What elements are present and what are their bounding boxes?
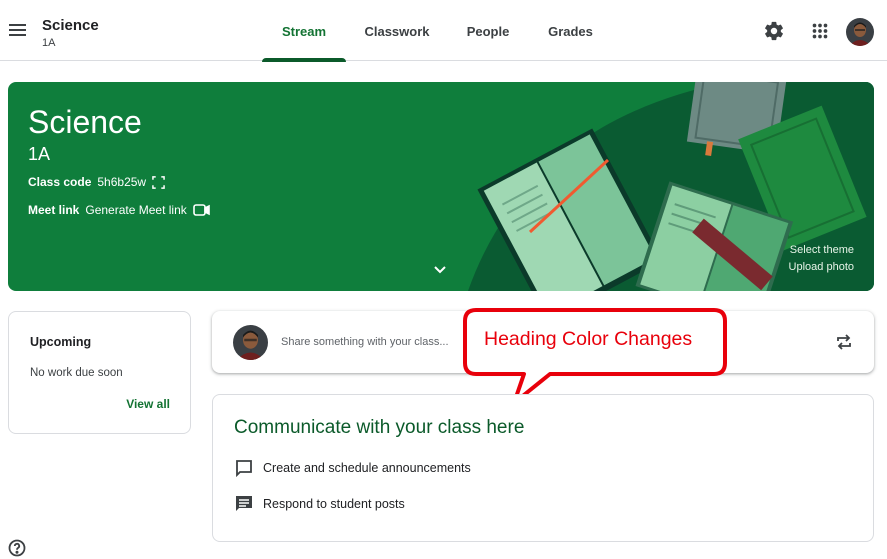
class-code-row: Class code 5h6b25w (28, 175, 165, 189)
meet-link-row: Meet link Generate Meet link (28, 203, 211, 217)
gear-icon[interactable] (763, 20, 785, 42)
generate-meet-link[interactable]: Generate Meet link (85, 203, 186, 217)
view-all-link[interactable]: View all (126, 397, 170, 411)
menu-icon[interactable] (8, 22, 28, 42)
banner-class-title: Science (28, 104, 142, 140)
tab-classwork[interactable]: Classwork (346, 0, 448, 61)
fullscreen-icon[interactable] (152, 175, 165, 189)
upcoming-text: No work due soon (30, 367, 123, 379)
communicate-heading: Communicate with your class here (234, 417, 525, 438)
upcoming-card: Upcoming No work due soon View all (8, 311, 191, 434)
callout-text: Heading Color Changes (484, 328, 693, 350)
repost-icon[interactable] (834, 332, 854, 352)
share-placeholder: Share something with your class... (281, 336, 449, 348)
tab-people[interactable]: People (448, 0, 528, 61)
top-bar: Science 1A Stream Classwork People Grade… (0, 0, 887, 62)
announcement-icon (236, 460, 252, 478)
upload-photo-link[interactable]: Upload photo (789, 261, 854, 273)
comment-icon (236, 496, 252, 511)
tab-stream[interactable]: Stream (262, 0, 346, 62)
list-item-label: Create and schedule announcements (263, 461, 471, 475)
avatar[interactable] (846, 18, 874, 46)
list-item: Respond to student posts (234, 494, 405, 514)
upcoming-title: Upcoming (30, 335, 92, 349)
avatar (233, 325, 268, 360)
apps-grid-icon[interactable] (809, 20, 831, 42)
tab-bar: Stream Classwork People Grades (262, 0, 613, 62)
meet-link-label: Meet link (28, 203, 80, 217)
list-item: Create and schedule announcements (234, 458, 471, 478)
tab-grades[interactable]: Grades (528, 0, 613, 61)
communicate-card: Communicate with your class here Create … (212, 394, 874, 542)
class-code-value[interactable]: 5h6b25w (97, 175, 146, 189)
class-banner: Science 1A Class code 5h6b25w Meet link … (8, 82, 874, 291)
class-title[interactable]: Science (42, 17, 99, 34)
banner-section: 1A (28, 144, 51, 164)
video-camera-icon[interactable] (192, 203, 211, 217)
chevron-down-icon[interactable] (432, 262, 448, 278)
select-theme-link[interactable]: Select theme (790, 244, 854, 256)
help-icon[interactable] (8, 539, 26, 557)
list-item-label: Respond to student posts (263, 497, 405, 511)
class-section: 1A (42, 37, 56, 49)
class-code-label: Class code (28, 175, 92, 189)
